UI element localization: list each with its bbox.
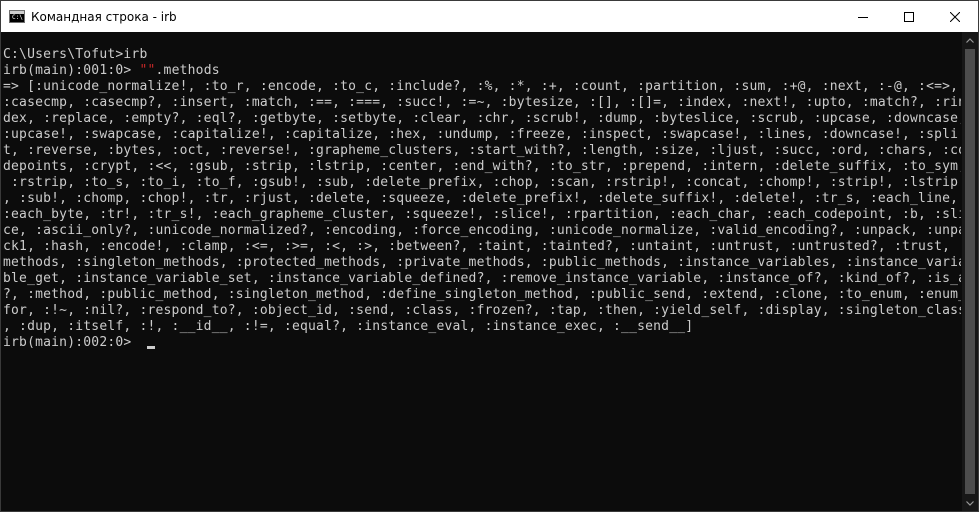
string-literal: "" bbox=[139, 63, 156, 78]
vertical-scrollbar[interactable] bbox=[962, 32, 978, 511]
output-line: , :dup, :itself, :!, :__id__, :!=, :equa… bbox=[3, 319, 694, 334]
output-line: , :sub!, :chomp, :chop!, :tr, :rjust, :d… bbox=[3, 191, 961, 206]
output-line: ble_get, :instance_variable_set, :instan… bbox=[3, 271, 961, 286]
output-line: => [:unicode_normalize!, :to_r, :encode,… bbox=[3, 79, 959, 94]
close-button[interactable] bbox=[932, 1, 978, 32]
title-bar[interactable]: C:\ Командная строка - irb bbox=[1, 1, 978, 32]
console-window: C:\ Командная строка - irb C:\Users\Tofu… bbox=[0, 0, 979, 512]
maximize-icon bbox=[904, 11, 914, 22]
output-line: ce, :ascii_only?, :unicode_normalized?, … bbox=[3, 223, 961, 238]
output-line: t, :reverse, :bytes, :oct, :reverse!, :g… bbox=[3, 143, 961, 158]
scroll-up-button[interactable] bbox=[962, 32, 978, 49]
output-line: for, :!~, :nil?, :respond_to?, :object_i… bbox=[3, 303, 961, 318]
output-line: depoints, :crypt, :<<, :gsub, :strip, :l… bbox=[3, 159, 961, 174]
cmd-icon[interactable]: C:\ bbox=[9, 10, 25, 23]
minimize-button[interactable] bbox=[840, 1, 886, 32]
maximize-button[interactable] bbox=[886, 1, 932, 32]
scroll-thumb[interactable] bbox=[965, 49, 975, 494]
close-icon bbox=[950, 11, 960, 22]
output-line: dex, :replace, :empty?, :eql?, :getbyte,… bbox=[3, 111, 961, 126]
chevron-up-icon bbox=[966, 38, 974, 43]
output-line: ck1, :hash, :encode!, :clamp, :<=, :>=, … bbox=[3, 239, 961, 254]
output-line: :casecmp, :casecmp?, :insert, :match, :=… bbox=[3, 95, 961, 110]
method-call: .methods bbox=[155, 63, 220, 78]
output-line: :rstrip, :to_s, :to_i, :to_f, :gsub!, :s… bbox=[3, 175, 961, 190]
current-prompt-line[interactable]: irb(main):002:0> bbox=[3, 335, 961, 351]
prompt-line: irb(main):001:0> "".methods bbox=[3, 63, 961, 79]
output-line: :upcase!, :swapcase, :capitalize!, :capi… bbox=[3, 127, 959, 142]
command-line: C:\Users\Tofut>irb bbox=[3, 47, 148, 62]
output-line: methods, :singleton_methods, :protected_… bbox=[3, 255, 961, 270]
text-cursor bbox=[147, 346, 156, 349]
window-controls bbox=[840, 1, 978, 32]
prompt: irb(main):001:0> bbox=[3, 63, 140, 78]
window-title: Командная строка - irb bbox=[31, 9, 177, 24]
minimize-icon bbox=[858, 16, 868, 18]
output-line: :each_byte, :tr!, :tr_s!, :each_grapheme… bbox=[3, 207, 961, 222]
output-line: ?, :method, :public_method, :singleton_m… bbox=[3, 287, 961, 302]
console-output[interactable]: C:\Users\Tofut>irb irb(main):001:0> "".m… bbox=[1, 32, 963, 511]
cmd-icon-glyph: C:\ bbox=[12, 14, 23, 21]
scroll-down-button[interactable] bbox=[962, 495, 978, 511]
prompt: irb(main):002:0> bbox=[3, 335, 140, 350]
chevron-down-icon bbox=[966, 501, 974, 506]
